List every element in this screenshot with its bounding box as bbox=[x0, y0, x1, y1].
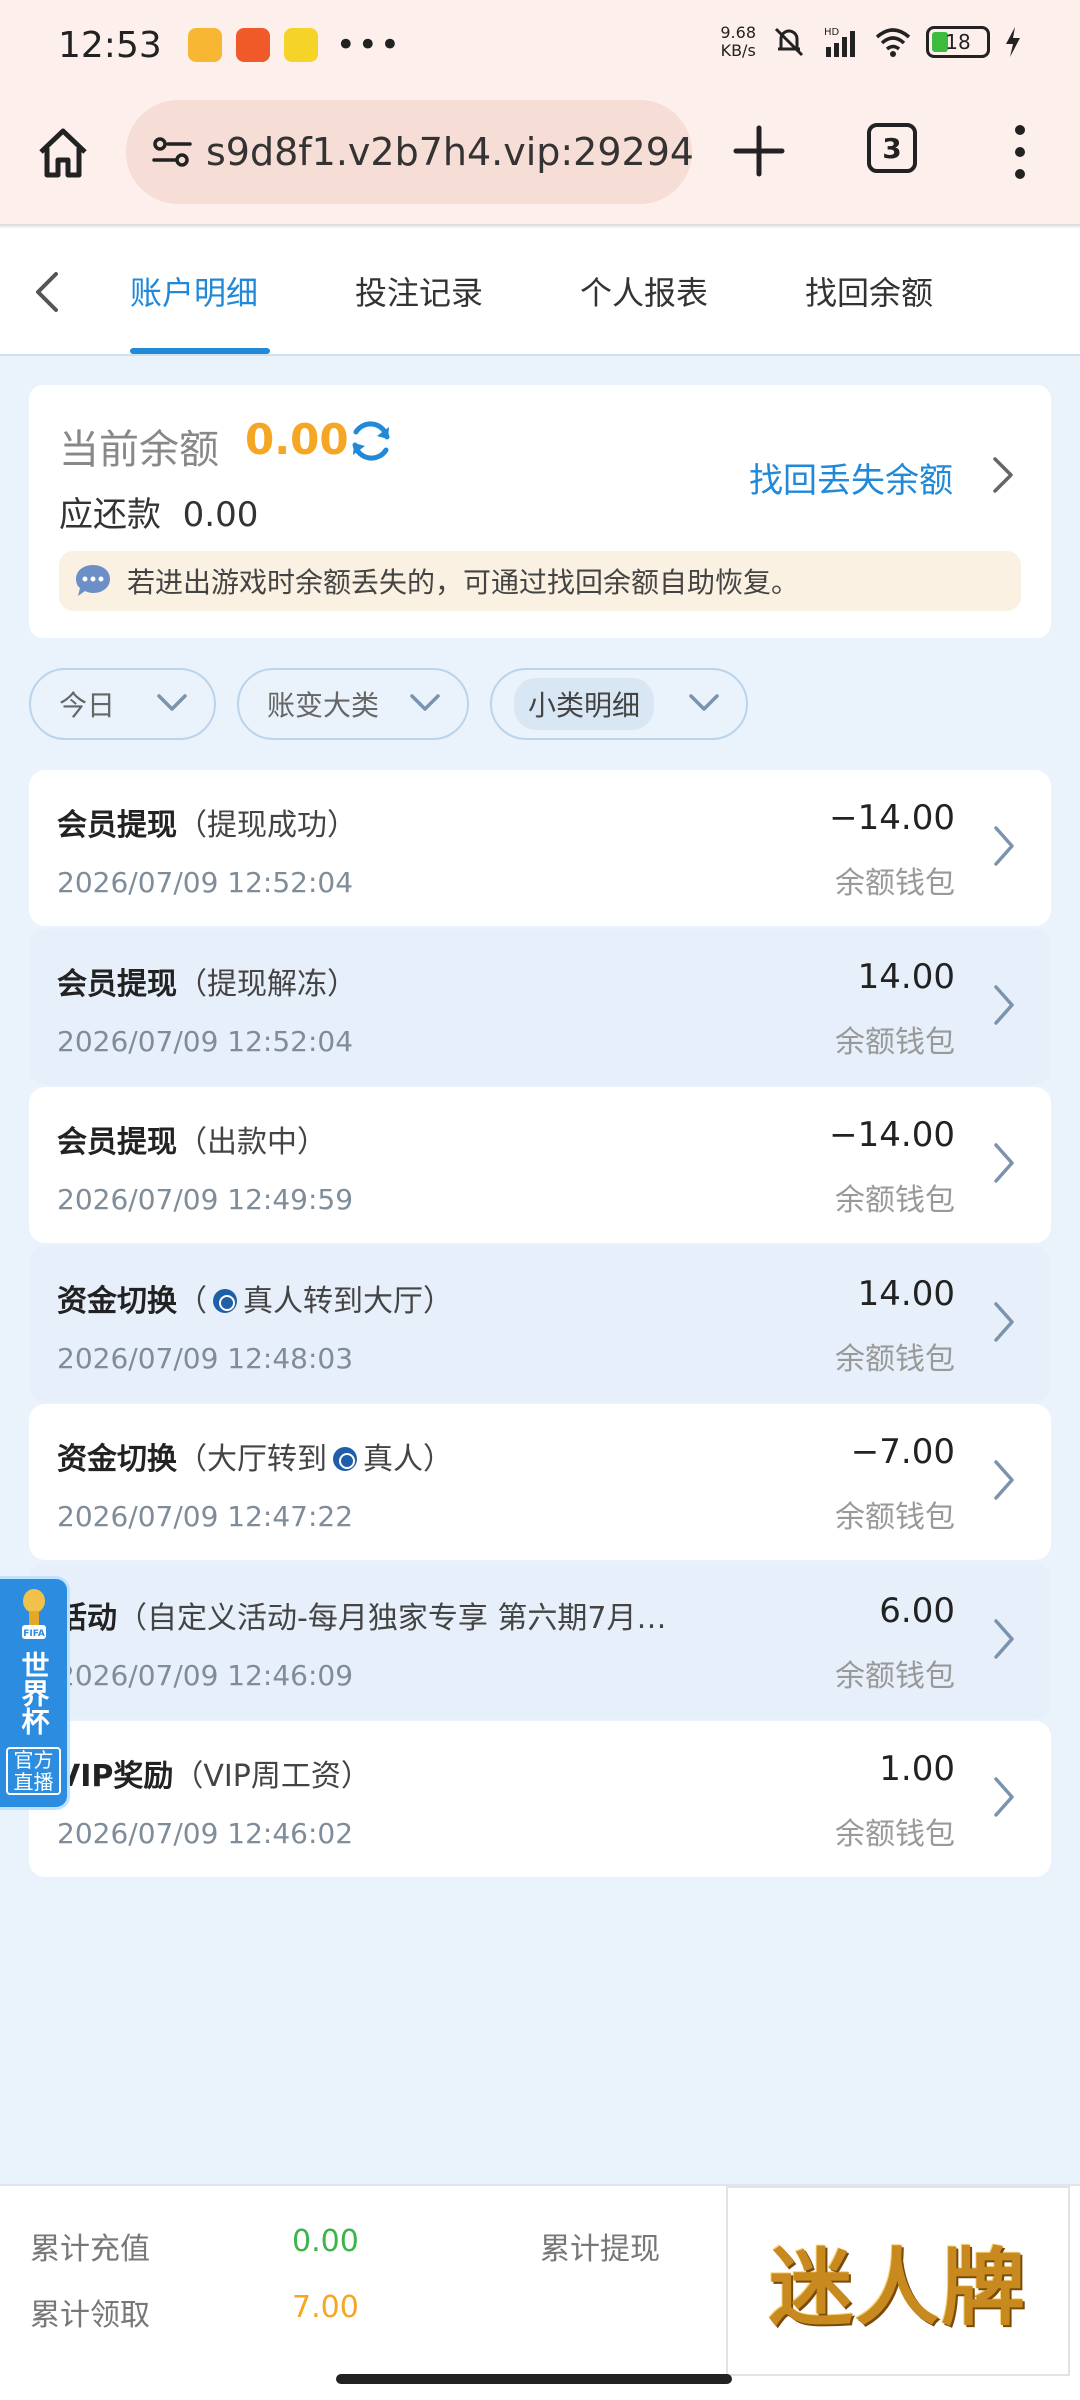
balance-label: 当前余额 bbox=[59, 427, 219, 473]
transaction-row[interactable]: 会员提现（出款中） 2026/07/09 12:49:59 −14.00 余额钱… bbox=[29, 1087, 1051, 1243]
more-notifications-icon: ••• bbox=[335, 25, 402, 65]
address-bar[interactable]: s9d8f1.v2b7h4.vip:29294 bbox=[126, 100, 692, 204]
transaction-amount: 1.00 bbox=[879, 1749, 955, 1789]
home-icon[interactable] bbox=[36, 126, 90, 180]
recover-lost-balance-link[interactable]: 找回丢失余额 bbox=[749, 453, 953, 502]
transaction-row[interactable]: 会员提现（提现成功） 2026/07/09 12:52:04 −14.00 余额… bbox=[29, 770, 1051, 926]
tab-personal-report[interactable]: 个人报表 bbox=[580, 268, 708, 318]
transaction-amount: −14.00 bbox=[829, 1115, 955, 1155]
transaction-wallet: 余额钱包 bbox=[835, 1025, 955, 1060]
notice-text: 若进出游戏时余额丢失的，可通过找回余额自助恢复。 bbox=[127, 566, 800, 599]
site-settings-icon[interactable] bbox=[148, 128, 196, 176]
world-cup-title: 世界杯 bbox=[17, 1651, 51, 1735]
chevron-down-icon bbox=[410, 694, 440, 711]
chevron-right-icon[interactable] bbox=[991, 1617, 1017, 1661]
chevron-right-icon[interactable] bbox=[991, 983, 1017, 1027]
transaction-wallet: 余额钱包 bbox=[835, 1500, 955, 1535]
mute-bell-icon bbox=[774, 27, 804, 57]
tab-bet-records[interactable]: 投注记录 bbox=[355, 268, 483, 318]
chevron-right-icon[interactable] bbox=[991, 824, 1017, 868]
tab-account-details[interactable]: 账户明细 bbox=[130, 268, 258, 318]
chevron-down-icon bbox=[157, 694, 187, 711]
amount-owed: 应还款 0.00 bbox=[59, 487, 258, 536]
recharge-total-label: 累计充值 bbox=[30, 2232, 150, 2267]
status-time: 12:53 bbox=[58, 24, 162, 66]
transaction-amount: 6.00 bbox=[879, 1591, 955, 1631]
browser-menu-icon[interactable] bbox=[1000, 120, 1040, 184]
new-tab-icon[interactable] bbox=[730, 122, 788, 180]
transaction-amount: −14.00 bbox=[829, 798, 955, 838]
transaction-wallet: 余额钱包 bbox=[835, 1659, 955, 1694]
recharge-total-value: 0.00 bbox=[292, 2224, 359, 2259]
transaction-wallet: 余额钱包 bbox=[835, 1183, 955, 1218]
app-notification-icon bbox=[235, 28, 270, 62]
chevron-down-icon bbox=[689, 694, 719, 711]
filter-subcategory-dropdown[interactable]: 小类明细 bbox=[490, 668, 748, 740]
withdraw-total-label: 累计提现 bbox=[540, 2232, 660, 2267]
chevron-right-icon[interactable] bbox=[991, 1141, 1017, 1185]
owe-label: 应还款 bbox=[59, 495, 161, 535]
transaction-wallet: 余额钱包 bbox=[835, 1817, 955, 1852]
transaction-amount: −7.00 bbox=[850, 1432, 955, 1472]
network-speed: 9.68 KB/s bbox=[720, 23, 756, 60]
claim-total-label: 累计领取 bbox=[30, 2298, 150, 2333]
svg-text:HD: HD bbox=[824, 27, 840, 38]
chevron-right-icon[interactable] bbox=[991, 1458, 1017, 1502]
chevron-right-icon[interactable] bbox=[991, 1300, 1017, 1344]
transaction-time: 2026/07/09 12:49:59 bbox=[57, 1183, 354, 1216]
transaction-row[interactable]: 会员提现（提现解冻） 2026/07/09 12:52:04 14.00 余额钱… bbox=[29, 929, 1051, 1085]
transaction-wallet: 余额钱包 bbox=[835, 866, 955, 901]
svg-text:FIFA: FIFA bbox=[23, 1629, 45, 1639]
transaction-wallet: 余额钱包 bbox=[835, 1342, 955, 1377]
tab-switcher-button[interactable]: 3 bbox=[867, 123, 917, 173]
transaction-time: 2026/07/09 12:46:02 bbox=[57, 1817, 354, 1850]
balance-value: 0.00 bbox=[245, 415, 349, 464]
transaction-row[interactable]: 活动（自定义活动-每月独家专享 第六期7月… 2026/07/09 12:46:… bbox=[29, 1563, 1051, 1719]
transaction-row[interactable]: 资金切换（大厅转到 真人） 2026/07/09 12:47:22 −7.00 余… bbox=[29, 1404, 1051, 1560]
transaction-row[interactable]: VIP奖励（VIP周工资） 2026/07/09 12:46:02 1.00 余… bbox=[29, 1721, 1051, 1877]
bg-provider-icon bbox=[213, 1288, 237, 1313]
browser-toolbar: s9d8f1.v2b7h4.vip:29294 3 bbox=[0, 90, 1080, 226]
transaction-time: 2026/07/09 12:46:09 bbox=[57, 1659, 354, 1692]
notice-banner: 若进出游戏时余额丢失的，可通过找回余额自助恢复。 bbox=[59, 551, 1021, 611]
chevron-right-icon[interactable] bbox=[989, 455, 1017, 495]
notes-app-icon bbox=[187, 28, 222, 62]
bg-provider-icon bbox=[333, 1446, 357, 1471]
transaction-time: 2026/07/09 12:52:04 bbox=[57, 1025, 354, 1058]
world-cup-subtitle: 官方直播 bbox=[6, 1747, 61, 1795]
tab-recover-balance[interactable]: 找回余额 bbox=[805, 268, 933, 318]
active-tab-underline bbox=[130, 348, 270, 354]
account-tab-nav: 账户明细 投注记录 个人报表 找回余额 bbox=[0, 228, 1080, 356]
charging-icon bbox=[1006, 27, 1020, 57]
transaction-amount: 14.00 bbox=[857, 957, 955, 997]
chat-bubble-icon bbox=[76, 565, 110, 596]
gesture-home-indicator[interactable] bbox=[336, 2374, 732, 2384]
transaction-time: 2026/07/09 12:48:03 bbox=[57, 1342, 354, 1375]
wifi-icon bbox=[875, 28, 911, 57]
refresh-icon[interactable] bbox=[347, 417, 395, 465]
chevron-right-icon[interactable] bbox=[991, 1775, 1017, 1819]
transaction-row[interactable]: 资金切换（ 真人转到大厅） 2026/07/09 12:48:03 14.00 余… bbox=[29, 1246, 1051, 1402]
transaction-time: 2026/07/09 12:47:22 bbox=[57, 1500, 354, 1533]
signal-icon: HD bbox=[824, 27, 855, 57]
claim-total-value: 7.00 bbox=[292, 2290, 359, 2325]
url-text: s9d8f1.v2b7h4.vip:29294 bbox=[206, 130, 692, 174]
balance-card: 当前余额 0.00 应还款 0.00 找回丢失余额 若进出游戏时余额丢失的，可通… bbox=[29, 385, 1051, 638]
owe-value: 0.00 bbox=[182, 495, 259, 535]
status-bar: 12:53 ••• 9.68 KB/s HD 18 bbox=[0, 0, 1080, 90]
trophy-icon: FIFA bbox=[21, 1589, 46, 1639]
filter-category-dropdown[interactable]: 账变大类 bbox=[237, 668, 469, 740]
back-arrow-icon[interactable] bbox=[28, 268, 68, 316]
game-app-icon bbox=[283, 28, 318, 62]
transaction-time: 2026/07/09 12:52:04 bbox=[57, 866, 354, 899]
world-cup-live-badge[interactable]: FIFA 世界杯 官方直播 bbox=[0, 1576, 70, 1810]
brand-text: 迷人牌 bbox=[768, 2237, 1027, 2337]
summary-footer: 累计充值 0.00 累计提现 累计领取 7.00 迷人牌 bbox=[0, 2184, 1080, 2400]
filter-date-dropdown[interactable]: 今日 bbox=[29, 668, 216, 740]
transaction-amount: 14.00 bbox=[857, 1274, 955, 1314]
battery-indicator: 18 bbox=[926, 26, 990, 58]
brand-logo: 迷人牌 bbox=[726, 2186, 1070, 2376]
